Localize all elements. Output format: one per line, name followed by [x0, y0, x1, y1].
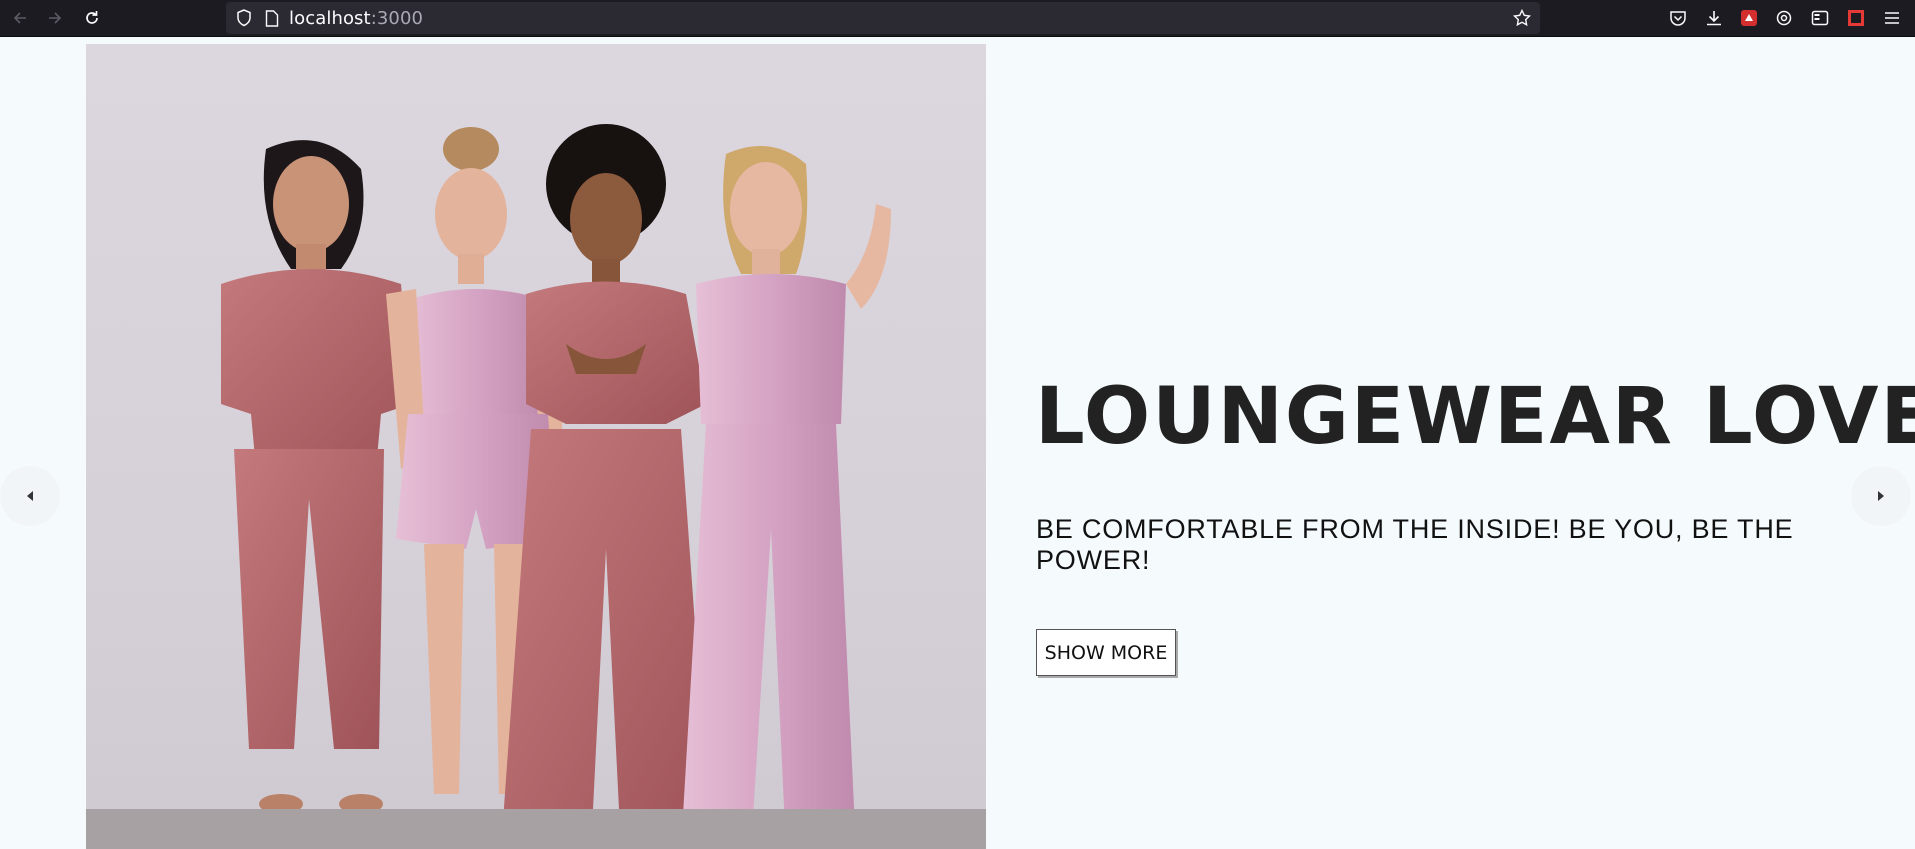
shield-icon[interactable]: [234, 8, 254, 28]
url-host: localhost: [289, 8, 371, 29]
carousel-next-button[interactable]: [1851, 466, 1911, 526]
carousel-prev-button[interactable]: [0, 466, 60, 526]
reload-icon[interactable]: [78, 5, 106, 31]
extension-icon[interactable]: [1737, 6, 1761, 30]
model-4: [681, 146, 891, 849]
sync-icon[interactable]: [1772, 6, 1796, 30]
bookmark-star-icon[interactable]: [1512, 8, 1532, 28]
models-illustration: [86, 124, 986, 849]
url-port: :3000: [370, 8, 424, 29]
caret-right-icon: [1878, 491, 1884, 501]
hero-subtitle: BE COMFORTABLE FROM THE INSIDE! BE YOU, …: [1036, 514, 1794, 575]
browser-toolbar: localhost:3000: [0, 0, 1915, 37]
forward-icon[interactable]: [41, 5, 69, 31]
extension-red-icon[interactable]: [1844, 6, 1868, 30]
caret-left-icon: [27, 491, 33, 501]
pocket-icon[interactable]: [1666, 6, 1690, 30]
url-text[interactable]: localhost:3000: [289, 8, 423, 29]
url-bar[interactable]: localhost:3000: [226, 2, 1540, 34]
loungewear-models-photo: [86, 44, 986, 849]
model-3: [501, 124, 711, 849]
sidebar-icon[interactable]: [1808, 6, 1832, 30]
menu-icon[interactable]: [1880, 6, 1904, 30]
page-icon: [262, 8, 282, 28]
model-1: [221, 140, 411, 814]
download-icon[interactable]: [1702, 6, 1726, 30]
back-icon[interactable]: [6, 5, 34, 31]
show-more-button[interactable]: SHOW MORE: [1036, 629, 1176, 676]
hero-title: LOUNGEWEAR LOVE: [1035, 372, 1915, 462]
